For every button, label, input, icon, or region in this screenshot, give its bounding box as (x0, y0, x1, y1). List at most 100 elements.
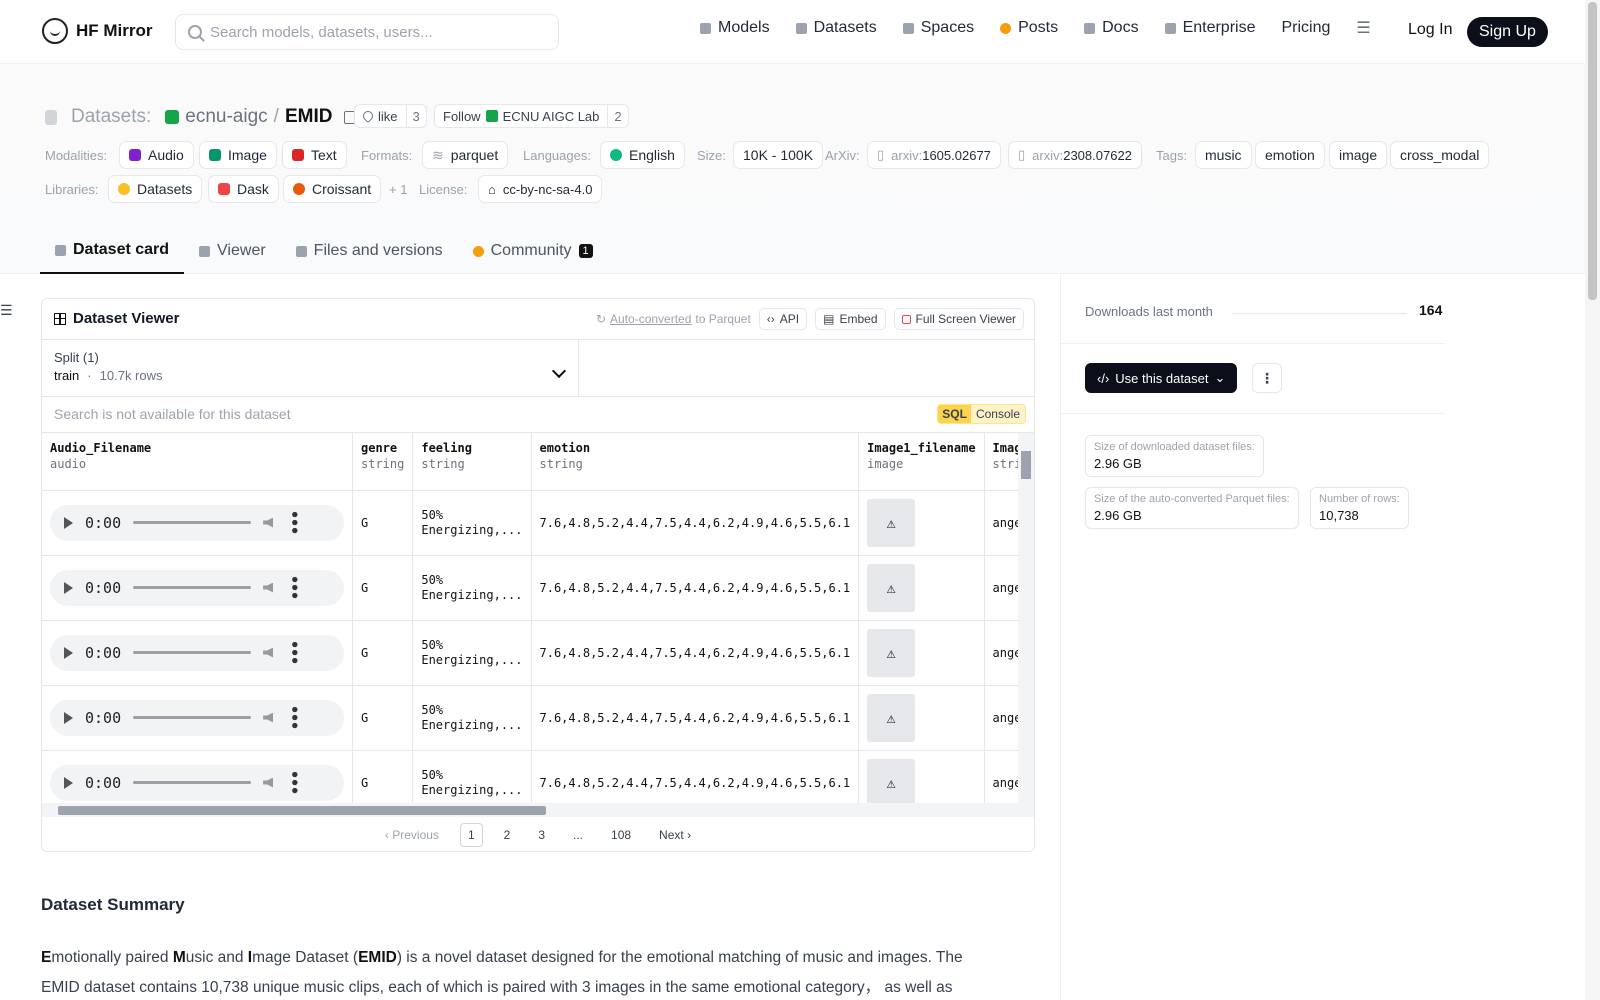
more-options-icon[interactable]: ••• (285, 640, 303, 664)
table-row[interactable]: 0:00 ••• G 50% Energizing,... 7.6,4.8,5.2,4.… (42, 490, 1018, 556)
tab-community[interactable]: Community 1 (458, 228, 608, 274)
org-link[interactable]: ecnu-aigc (185, 106, 267, 128)
tag-image-topic[interactable]: image (1329, 141, 1388, 169)
more-options-icon[interactable]: ••• (285, 705, 303, 729)
broken-image-warning-icon[interactable]: ⚠ (867, 498, 916, 547)
play-icon[interactable] (64, 776, 73, 789)
col-genre[interactable]: genre string (352, 433, 414, 491)
auto-converted-note[interactable]: ↻ Auto-converted to Parquet (596, 312, 751, 326)
audio-seek-bar[interactable] (133, 651, 252, 654)
audio-player[interactable]: 0:00 ••• (50, 764, 344, 801)
audio-seek-bar[interactable] (133, 781, 252, 784)
volume-icon[interactable] (263, 582, 274, 593)
volume-icon[interactable] (263, 777, 274, 788)
nav-spaces[interactable]: Spaces (902, 19, 974, 37)
nav-pricing[interactable]: Pricing (1281, 19, 1330, 37)
table-row[interactable]: 0:00 ••• G 50% Energizing,... 7.6,4.8,5.2,4.… (42, 555, 1018, 621)
tag-music[interactable]: music (1195, 141, 1252, 169)
play-icon[interactable] (64, 646, 73, 659)
volume-icon[interactable] (263, 647, 274, 658)
previous-page-button[interactable]: ‹ Previous (378, 824, 446, 846)
embed-button[interactable]: ▤ Embed (815, 308, 886, 330)
tag-lib-croissant[interactable]: Croissant (283, 175, 382, 203)
nav-enterprise[interactable]: Enterprise (1164, 19, 1255, 37)
broken-image-warning-icon[interactable]: ⚠ (867, 693, 916, 742)
play-icon[interactable] (64, 711, 73, 724)
tag-cross-modal[interactable]: cross_modal (1390, 141, 1490, 169)
page-108-button[interactable]: 108 (604, 824, 638, 846)
sidebar-panel: Downloads last month 164 ‹/› Use this dat… (1060, 274, 1585, 1000)
col-feeling[interactable]: feeling string (412, 433, 532, 491)
tab-viewer[interactable]: Viewer (184, 228, 281, 274)
signup-button[interactable]: Sign Up (1467, 17, 1548, 47)
follow-button[interactable]: Follow ECNU AIGC Lab 2 (434, 104, 629, 128)
page-2-button[interactable]: 2 (497, 824, 518, 846)
broken-image-warning-icon[interactable]: ⚠ (867, 628, 916, 677)
tag-license[interactable]: ⌂ cc-by-nc-sa-4.0 (478, 175, 603, 203)
login-link[interactable]: Log In (1408, 21, 1452, 39)
nav-models[interactable]: Models (700, 19, 770, 37)
table-row[interactable]: 0:00 ••• G 50% Energizing,... 7.6,4.8,5.2,4.… (42, 750, 1018, 803)
libraries-more[interactable]: + 1 (389, 182, 407, 197)
more-options-icon[interactable]: ••• (285, 510, 303, 534)
toc-toggle-icon[interactable]: ☰ (0, 302, 13, 319)
audio-player[interactable]: 0:00 ••• (50, 634, 344, 671)
page-3-button[interactable]: 3 (531, 824, 552, 846)
cell-emotion: 7.6,4.8,5.2,4.4,7.5,4.4,6.2,4.9,4.6,5.5,… (531, 490, 860, 556)
table-vertical-scrollbar[interactable] (1018, 433, 1034, 803)
nav-posts[interactable]: Posts (1000, 19, 1058, 37)
broken-image-warning-icon[interactable]: ⚠ (867, 563, 916, 612)
audio-player[interactable]: 0:00 ••• (50, 699, 344, 736)
tab-dataset-card[interactable]: Dataset card (40, 228, 185, 274)
play-icon[interactable] (64, 516, 73, 529)
nav-datasets[interactable]: Datasets (795, 19, 877, 37)
tag-text[interactable]: Text (282, 141, 347, 169)
broken-image-warning-icon[interactable]: ⚠ (867, 758, 916, 803)
repo-name[interactable]: EMID (285, 106, 333, 128)
col-emotion[interactable]: emotion string (531, 433, 860, 491)
table-row[interactable]: 0:00 ••• G 50% Energizing,... 7.6,4.8,5.2,4.… (42, 620, 1018, 686)
col-audio-filename[interactable]: Audio_Filename audio (42, 433, 353, 491)
api-button[interactable]: ‹› API (758, 308, 808, 330)
page-1-button[interactable]: 1 (459, 823, 483, 847)
audio-player[interactable]: 0:00 ••• (50, 504, 344, 541)
table-icon (54, 312, 66, 325)
tag-lib-datasets[interactable]: Datasets (108, 175, 203, 203)
table-horizontal-scrollbar[interactable] (42, 803, 1034, 817)
more-menu-icon[interactable]: ☰ (1356, 18, 1370, 38)
tag-arxiv-2[interactable]: ▯ arxiv: 2308.07622 (1008, 141, 1142, 169)
tag-emotion[interactable]: emotion (1255, 141, 1325, 169)
like-button[interactable]: like 3 (354, 104, 427, 128)
play-icon[interactable] (64, 581, 73, 594)
split-selector[interactable]: Split (1) train · 10.7k rows (42, 340, 579, 397)
sql-console-button[interactable]: SQL Console (937, 404, 1026, 424)
more-options-icon[interactable]: ••• (285, 770, 303, 794)
tag-image[interactable]: Image (199, 141, 277, 169)
tag-parquet[interactable]: ≋ parquet (422, 141, 509, 169)
nav-docs[interactable]: Docs (1084, 19, 1139, 37)
col-image1-filename[interactable]: Image1_filename image (858, 433, 985, 491)
use-this-dataset-button[interactable]: ‹/› Use this dataset ⌄ (1085, 363, 1238, 393)
fullscreen-viewer-button[interactable]: Full Screen Viewer (893, 308, 1024, 330)
tag-audio[interactable]: Audio (119, 141, 194, 169)
volume-icon[interactable] (263, 517, 274, 528)
next-page-button[interactable]: Next › (652, 824, 698, 846)
table-row[interactable]: 0:00 ••• G 50% Energizing,... 7.6,4.8,5.2,4.… (42, 685, 1018, 751)
page-scrollbar[interactable] (1585, 0, 1600, 1000)
tag-arxiv-1[interactable]: ▯ arxiv: 1605.02677 (867, 141, 1001, 169)
tag-english[interactable]: English (600, 141, 685, 169)
search-input[interactable]: Search models, datasets, users... (175, 14, 559, 50)
volume-icon[interactable] (263, 712, 274, 723)
col-image1[interactable]: Image1string (984, 433, 1018, 491)
tag-size[interactable]: 10K - 100K (733, 141, 824, 169)
audio-seek-bar[interactable] (133, 586, 252, 589)
more-options-icon[interactable]: ••• (285, 575, 303, 599)
more-options-button[interactable]: ⋮ (1252, 363, 1282, 393)
audio-seek-bar[interactable] (133, 521, 252, 524)
audio-player[interactable]: 0:00 ••• (50, 569, 344, 606)
tag-lib-dask[interactable]: Dask (208, 175, 279, 203)
site-logo[interactable]: HF Mirror (42, 18, 153, 44)
code-icon: ‹› (766, 312, 775, 326)
tab-files[interactable]: Files and versions (281, 228, 458, 274)
audio-seek-bar[interactable] (133, 716, 252, 719)
